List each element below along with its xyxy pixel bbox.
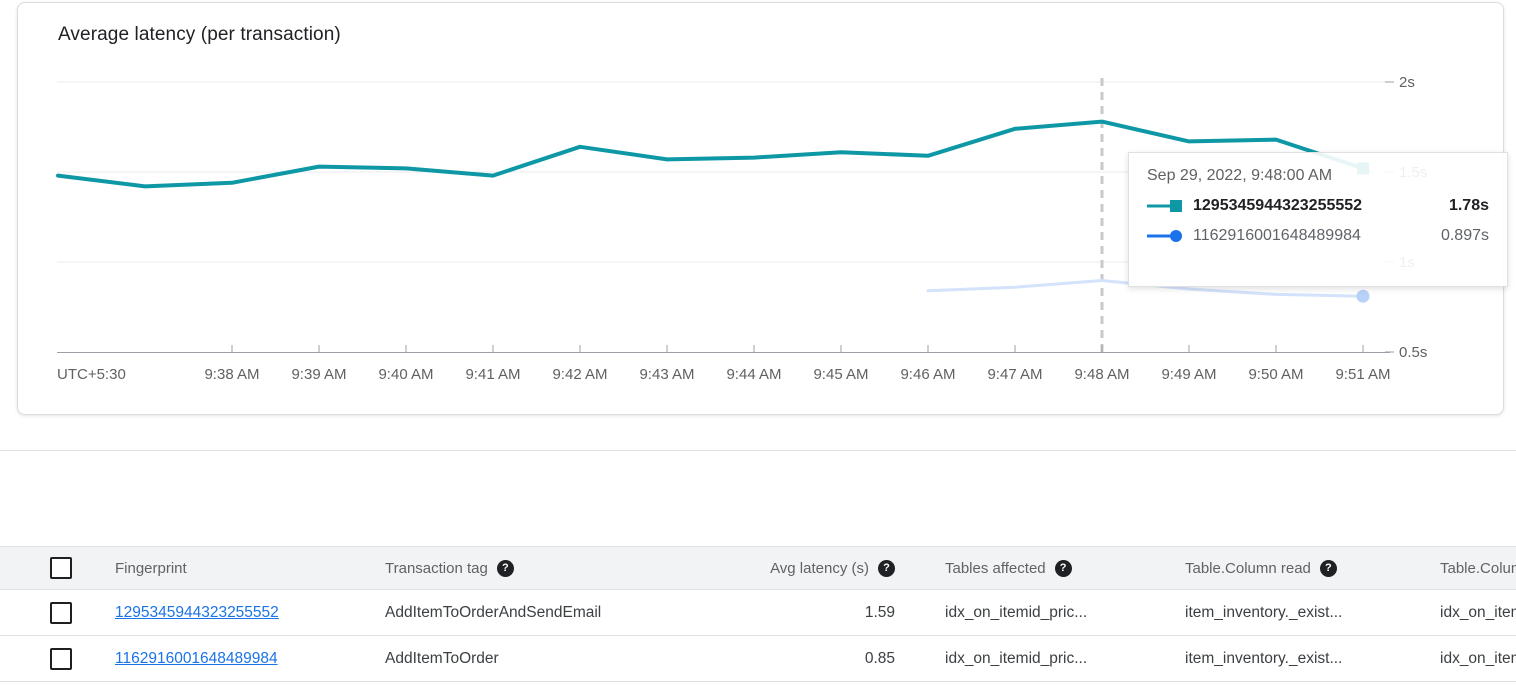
tooltip-timestamp: Sep 29, 2022, 9:48:00 AM: [1147, 167, 1489, 185]
svg-text:UTC+5:30: UTC+5:30: [57, 366, 126, 383]
tooltip-series-row: 1295345944323255552 1.78s: [1147, 197, 1489, 215]
column-help-icon[interactable]: ?: [878, 560, 895, 577]
cell-transaction-tag: AddItemToOrder: [385, 650, 730, 668]
fingerprint-link[interactable]: 1295345944323255552: [115, 604, 279, 621]
results-table: Fingerprint Transaction tag ? Avg latenc…: [0, 546, 1516, 682]
svg-text:9:48 AM: 9:48 AM: [1074, 366, 1129, 383]
table-row: 1295345944323255552 AddItemToOrderAndSen…: [0, 590, 1516, 636]
svg-text:9:41 AM: 9:41 AM: [465, 366, 520, 383]
svg-text:9:47 AM: 9:47 AM: [987, 366, 1042, 383]
table-header-row: Fingerprint Transaction tag ? Avg latenc…: [0, 546, 1516, 590]
column-help-icon[interactable]: ?: [1055, 560, 1072, 577]
column-header-tables-affected: Tables affected ?: [945, 560, 1185, 577]
svg-text:0.5s: 0.5s: [1399, 344, 1427, 361]
cell-avg-latency: 1.59: [730, 604, 905, 622]
svg-text:9:49 AM: 9:49 AM: [1161, 366, 1216, 383]
tooltip-series-label: 1295345944323255552: [1193, 197, 1441, 215]
cell-tables-affected: idx_on_itemid_pric...: [945, 604, 1185, 622]
cell-avg-latency: 0.85: [730, 650, 905, 668]
series-circle-marker-icon: [1147, 229, 1183, 243]
page: Average latency (per transaction) 9:38 A…: [0, 0, 1516, 686]
column-help-icon[interactable]: ?: [1320, 560, 1337, 577]
row-checkbox[interactable]: [50, 602, 72, 624]
tooltip-series-value: 0.897s: [1441, 227, 1489, 245]
series-square-marker-icon: [1147, 199, 1183, 213]
svg-text:9:46 AM: 9:46 AM: [900, 366, 955, 383]
column-header-fingerprint: Fingerprint: [115, 560, 385, 577]
cell-table-column-read: item_inventory._exist...: [1185, 650, 1440, 668]
cell-table-column-read: item_inventory._exist...: [1185, 604, 1440, 622]
fingerprint-link[interactable]: 1162916001648489984: [115, 650, 278, 667]
svg-text:9:44 AM: 9:44 AM: [726, 366, 781, 383]
cell-transaction-tag: AddItemToOrderAndSendEmail: [385, 604, 730, 622]
column-header-avg-latency: Avg latency (s) ?: [730, 560, 905, 577]
tooltip-series-label: 1162916001648489984: [1193, 227, 1433, 245]
filter-table-panel: Filter Table.Column written : item_inven…: [0, 450, 1516, 686]
svg-text:9:39 AM: 9:39 AM: [291, 366, 346, 383]
svg-text:9:45 AM: 9:45 AM: [813, 366, 868, 383]
svg-text:2s: 2s: [1399, 74, 1415, 91]
column-header-transaction-tag: Transaction tag ?: [385, 560, 730, 577]
cell-table-column-written: idx_on_itemid_pric...: [1440, 604, 1516, 622]
svg-text:9:43 AM: 9:43 AM: [639, 366, 694, 383]
chart-tooltip: Sep 29, 2022, 9:48:00 AM 129534594432325…: [1128, 152, 1508, 287]
svg-text:9:50 AM: 9:50 AM: [1248, 366, 1303, 383]
cell-tables-affected: idx_on_itemid_pric...: [945, 650, 1185, 668]
column-header-table-column-read: Table.Column read ?: [1185, 560, 1440, 577]
cell-table-column-written: idx_on_itemid_pric...: [1440, 650, 1516, 668]
table-row: 1162916001648489984 AddItemToOrder 0.85 …: [0, 636, 1516, 682]
select-all-checkbox[interactable]: [50, 557, 72, 579]
tooltip-series-value: 1.78s: [1449, 197, 1489, 215]
svg-text:9:40 AM: 9:40 AM: [378, 366, 433, 383]
svg-text:9:42 AM: 9:42 AM: [552, 366, 607, 383]
tooltip-series-row: 1162916001648489984 0.897s: [1147, 227, 1489, 245]
row-checkbox[interactable]: [50, 648, 72, 670]
column-help-icon[interactable]: ?: [497, 560, 514, 577]
column-header-table-column-written: Table.Column written: [1440, 560, 1516, 577]
svg-text:9:38 AM: 9:38 AM: [204, 366, 259, 383]
svg-text:9:51 AM: 9:51 AM: [1335, 366, 1390, 383]
